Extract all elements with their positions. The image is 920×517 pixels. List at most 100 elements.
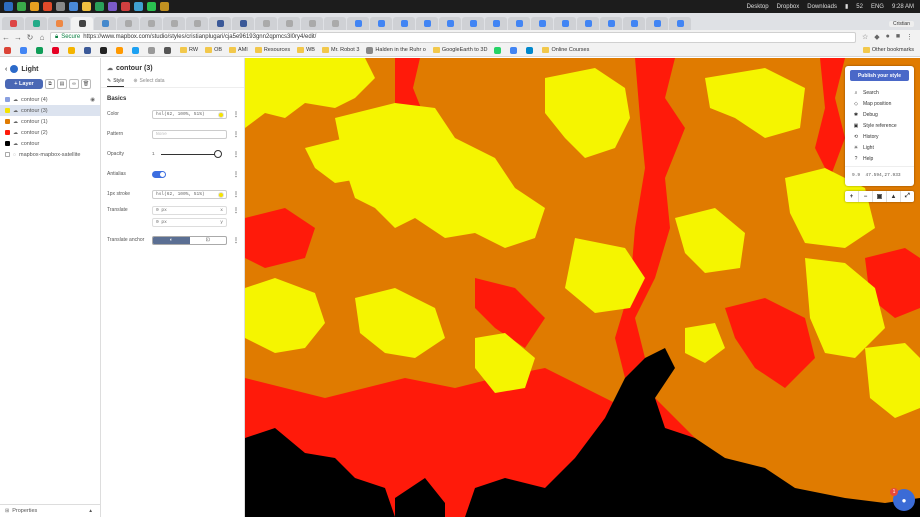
anchor-viewport-icon[interactable]: ⊡: [190, 237, 227, 244]
fullscreen-icon[interactable]: ⤢: [901, 191, 914, 202]
bookmark-icon[interactable]: [148, 46, 157, 54]
layer-item-contour[interactable]: ☁ contour: [0, 138, 100, 149]
browser-tab[interactable]: [324, 17, 346, 30]
browser-tab[interactable]: [163, 17, 185, 30]
group-icon[interactable]: ▤: [57, 79, 67, 89]
bookmark-icon[interactable]: [4, 46, 13, 54]
app-icon[interactable]: [121, 2, 130, 11]
map-contours[interactable]: [245, 58, 920, 517]
tab-style[interactable]: ✎ Style: [107, 78, 125, 87]
more-options-icon[interactable]: ⋮: [233, 131, 239, 138]
bookmark-star-icon[interactable]: ☆: [862, 33, 868, 41]
more-options-icon[interactable]: ⋮: [233, 207, 239, 214]
more-options-icon[interactable]: ⋮: [233, 191, 239, 198]
url-text[interactable]: https://www.mapbox.com/studio/styles/cri…: [83, 34, 316, 40]
bookmark-icon[interactable]: [84, 46, 93, 54]
taskbar-desktop[interactable]: Desktop: [747, 4, 769, 10]
extension-icon[interactable]: ●: [886, 33, 890, 41]
bookmark-icon[interactable]: [20, 46, 29, 54]
taskbar-dropbox[interactable]: Dropbox: [777, 4, 800, 10]
color-swatch-icon[interactable]: [218, 191, 224, 198]
extension-icon[interactable]: ◆: [874, 33, 879, 41]
bookmark-icon[interactable]: [510, 46, 519, 54]
link-icon[interactable]: ∞: [69, 79, 79, 89]
lock-icon[interactable]: ▣: [873, 191, 887, 202]
layer-item-contour-4[interactable]: ☁ contour (4) ◉: [0, 94, 100, 105]
compass-icon[interactable]: ▲: [887, 191, 901, 202]
browser-tab[interactable]: [554, 17, 576, 30]
app-icon[interactable]: [43, 2, 52, 11]
bookmark-folder[interactable]: WB: [297, 47, 315, 53]
bookmark-folder[interactable]: Online Courses: [542, 47, 589, 53]
app-icon[interactable]: [95, 2, 104, 11]
bookmark-link[interactable]: Halden in the Ruhr o: [366, 46, 426, 54]
menu-icon[interactable]: ⋮: [906, 33, 913, 41]
publish-style-button[interactable]: Publish your style: [850, 70, 909, 81]
menu-help[interactable]: ? Help: [845, 153, 914, 164]
bookmark-icon[interactable]: [52, 46, 61, 54]
layer-title[interactable]: contour (3): [116, 65, 153, 72]
browser-tab[interactable]: [347, 17, 369, 30]
profile-button[interactable]: Cristian: [889, 21, 914, 27]
anchor-map-icon[interactable]: ◐: [153, 236, 190, 244]
reload-icon[interactable]: ↻: [24, 33, 36, 42]
browser-tab[interactable]: [301, 17, 323, 30]
duplicate-icon[interactable]: ⧉: [45, 79, 55, 89]
map-canvas[interactable]: [245, 58, 920, 517]
browser-tab[interactable]: [623, 17, 645, 30]
back-icon[interactable]: ←: [0, 33, 12, 42]
more-options-icon[interactable]: ⋮: [233, 111, 239, 118]
app-icon[interactable]: [56, 2, 65, 11]
app-icon[interactable]: [134, 2, 143, 11]
browser-tab[interactable]: [278, 17, 300, 30]
bookmark-folder[interactable]: RW: [180, 47, 198, 53]
browser-tab-active[interactable]: [71, 17, 93, 30]
bookmark-folder[interactable]: GoogleEarth to 3D: [432, 47, 487, 53]
bookmark-icon[interactable]: [494, 46, 503, 54]
browser-tab[interactable]: [48, 17, 70, 30]
app-icon[interactable]: [69, 2, 78, 11]
more-options-icon[interactable]: ⋮: [233, 151, 239, 158]
map-coordinates[interactable]: 9.9 47.594,27.933: [845, 166, 914, 178]
app-icon[interactable]: [147, 2, 156, 11]
opacity-slider-track[interactable]: [161, 154, 218, 155]
other-bookmarks[interactable]: Other bookmarks: [862, 47, 914, 53]
bookmark-folder[interactable]: Mr. Robot 3: [321, 47, 359, 53]
pattern-input[interactable]: None: [152, 129, 227, 139]
style-name[interactable]: Light: [21, 66, 38, 73]
browser-tab[interactable]: [370, 17, 392, 30]
browser-tab[interactable]: [669, 17, 691, 30]
app-icon[interactable]: [160, 2, 169, 11]
browser-tab[interactable]: [94, 17, 116, 30]
menu-map-position[interactable]: ◇ Map position: [845, 98, 914, 109]
opacity-slider-handle[interactable]: [214, 150, 222, 158]
browser-tab[interactable]: [439, 17, 461, 30]
properties-footer[interactable]: ⊞ Properties ▴: [0, 504, 100, 517]
bookmark-icon[interactable]: [116, 46, 125, 54]
home-icon[interactable]: ⌂: [36, 33, 48, 42]
chevron-up-icon[interactable]: ▴: [89, 508, 92, 514]
browser-tab[interactable]: [416, 17, 438, 30]
bookmark-icon[interactable]: [164, 46, 173, 54]
bookmark-folder[interactable]: Resources: [254, 47, 290, 53]
browser-tab[interactable]: [140, 17, 162, 30]
tab-select-data[interactable]: ⊕ Select data: [133, 78, 164, 87]
browser-tab[interactable]: [2, 17, 24, 30]
forward-icon[interactable]: →: [12, 33, 24, 42]
color-swatch-icon[interactable]: [218, 111, 224, 118]
browser-tab[interactable]: [508, 17, 530, 30]
browser-tab[interactable]: [255, 17, 277, 30]
app-icon[interactable]: [108, 2, 117, 11]
eye-icon[interactable]: ◉: [90, 97, 95, 103]
lock-icon[interactable]: 🔒︎: [55, 34, 58, 41]
zoom-in-icon[interactable]: +: [845, 191, 859, 202]
layer-item-satellite[interactable]: ◌ mapbox-mapbox-satellite: [0, 149, 100, 160]
more-options-icon[interactable]: ⋮: [233, 171, 239, 178]
browser-tab[interactable]: [117, 17, 139, 30]
menu-light[interactable]: ☀ Light: [845, 142, 914, 153]
browser-tab[interactable]: [462, 17, 484, 30]
delete-icon[interactable]: 🗑︎: [81, 79, 91, 89]
app-icon[interactable]: [17, 2, 26, 11]
menu-style-reference[interactable]: ▣ Style reference: [845, 120, 914, 131]
bookmark-folder[interactable]: OB: [205, 47, 222, 53]
